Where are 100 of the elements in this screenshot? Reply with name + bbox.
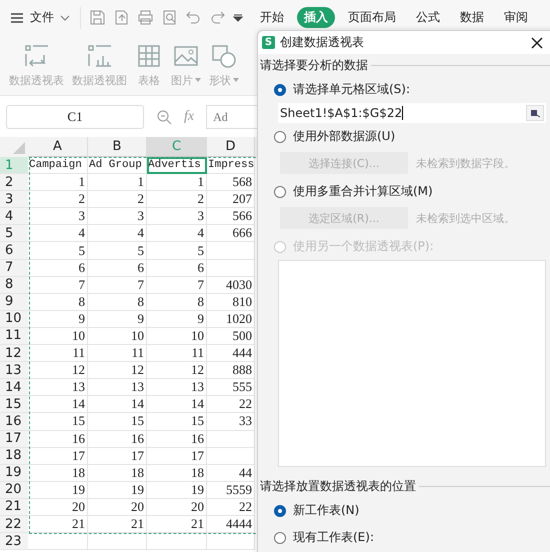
- table-cell: 6: [147, 260, 207, 277]
- row-header[interactable]: 4: [0, 208, 28, 226]
- row-header[interactable]: 22: [0, 516, 28, 534]
- redo-icon[interactable]: [209, 9, 226, 26]
- table-cell: Impress: [207, 157, 255, 174]
- zoom-icon[interactable]: [156, 109, 172, 125]
- row-header[interactable]: 6: [0, 242, 28, 260]
- table-cell: 9: [147, 310, 207, 328]
- row-header[interactable]: 18: [0, 448, 28, 465]
- table-cell: 7: [147, 276, 207, 294]
- row-header[interactable]: 15: [0, 396, 28, 414]
- table-cell: 5559: [207, 482, 255, 499]
- table-cell: 17: [28, 448, 88, 465]
- menu-icon: [10, 12, 24, 24]
- column-header[interactable]: D: [207, 137, 255, 157]
- table-cell: 810: [207, 294, 255, 311]
- ribbon-tab[interactable]: 页面布局: [341, 7, 403, 28]
- table-cell: 14: [88, 396, 147, 414]
- table-cell: [28, 533, 88, 550]
- row-header[interactable]: 7: [0, 260, 28, 277]
- table-cell: 7: [28, 276, 88, 294]
- more-icon[interactable]: [233, 14, 243, 22]
- undo-icon[interactable]: [185, 9, 202, 26]
- close-icon[interactable]: [530, 36, 544, 50]
- row-header[interactable]: 19: [0, 464, 28, 482]
- pivot-chart-icon: [86, 42, 114, 68]
- radio-button[interactable]: [274, 186, 286, 198]
- row-header[interactable]: 20: [0, 482, 28, 499]
- table-cell: 4: [28, 225, 88, 242]
- table-cell: 8: [147, 294, 207, 311]
- table-cell: 16: [28, 430, 88, 448]
- row-header[interactable]: 12: [0, 345, 28, 362]
- row-header[interactable]: 21: [0, 498, 28, 516]
- row-header[interactable]: 10: [0, 310, 28, 328]
- table-cell: 20: [88, 498, 147, 516]
- column-header[interactable]: A: [28, 137, 88, 157]
- table-cell: 1020: [207, 310, 255, 328]
- table-cell: 6: [28, 260, 88, 277]
- save-icon[interactable]: [89, 9, 106, 26]
- table-cell: 15: [88, 413, 147, 430]
- status-note: 未检索到数据字段。: [416, 156, 515, 170]
- ribbon-tab[interactable]: 数据: [453, 7, 491, 28]
- table-cell: [207, 260, 255, 277]
- caret-icon: [233, 78, 239, 82]
- radio-button[interactable]: [274, 130, 286, 142]
- table-cell: 3: [28, 208, 88, 226]
- table-cell: 17: [147, 448, 207, 465]
- name-box[interactable]: C1: [6, 105, 144, 129]
- export-icon[interactable]: [113, 9, 130, 26]
- row-header[interactable]: 23: [0, 533, 28, 550]
- select-all-icon[interactable]: [13, 142, 25, 154]
- table-cell: 19: [88, 482, 147, 499]
- row-header[interactable]: 5: [0, 225, 28, 242]
- radio-label[interactable]: 现有工作表(E):: [293, 529, 374, 546]
- table-cell: 33: [207, 413, 255, 430]
- table-cell: 3: [88, 208, 147, 226]
- print-icon[interactable]: [137, 9, 154, 26]
- row-header[interactable]: 17: [0, 430, 28, 448]
- row-header[interactable]: 13: [0, 362, 28, 380]
- table-cell: 8: [88, 294, 147, 311]
- table-cell: 21: [88, 516, 147, 534]
- table-cell: 11: [147, 345, 207, 362]
- radio-button[interactable]: [274, 504, 286, 516]
- radio-label[interactable]: 请选择单元格区域(S):: [293, 81, 410, 98]
- table-cell: 19: [28, 482, 88, 499]
- file-menu[interactable]: 文件: [0, 9, 80, 26]
- ribbon-tab[interactable]: 公式: [409, 7, 447, 28]
- radio-label[interactable]: 新工作表(N): [293, 502, 360, 519]
- table-cell: 10: [28, 328, 88, 346]
- row-header[interactable]: 8: [0, 276, 28, 294]
- section-heading: 请选择放置数据透视表的位置: [260, 478, 416, 494]
- row-header[interactable]: 11: [0, 328, 28, 346]
- table-cell: 8: [28, 294, 88, 311]
- app-logo: S: [262, 36, 275, 49]
- radio-label[interactable]: 使用外部数据源(U): [293, 128, 396, 145]
- preview-icon[interactable]: [161, 9, 178, 26]
- row-header[interactable]: 3: [0, 191, 28, 208]
- table-cell: 10: [88, 328, 147, 346]
- row-header[interactable]: 2: [0, 174, 28, 192]
- ribbon-tab[interactable]: 开始: [253, 7, 291, 28]
- table-cell: Campaign: [28, 157, 88, 174]
- table-cell: 2: [88, 191, 147, 208]
- table-cell: 1: [88, 174, 147, 192]
- row-header[interactable]: 9: [0, 294, 28, 311]
- radio-label[interactable]: 使用多重合并计算区域(M): [293, 183, 433, 200]
- table-cell: 11: [88, 345, 147, 362]
- table-cell: 444: [207, 345, 255, 362]
- ribbon-tab[interactable]: 审阅: [497, 7, 535, 28]
- row-header[interactable]: 14: [0, 379, 28, 396]
- table-cell: 566: [207, 208, 255, 226]
- table-cell: [207, 448, 255, 465]
- range-field[interactable]: Sheet1!$A$1:$G$22: [278, 103, 546, 123]
- pivot-table-icon: [22, 42, 50, 68]
- range-picker-icon[interactable]: [526, 105, 544, 121]
- radio-button[interactable]: [274, 84, 286, 96]
- shapes-icon: [210, 42, 238, 68]
- row-header[interactable]: 16: [0, 413, 28, 430]
- table-cell: 4: [88, 225, 147, 242]
- radio-button[interactable]: [274, 532, 286, 544]
- table-cell: 14: [147, 396, 207, 414]
